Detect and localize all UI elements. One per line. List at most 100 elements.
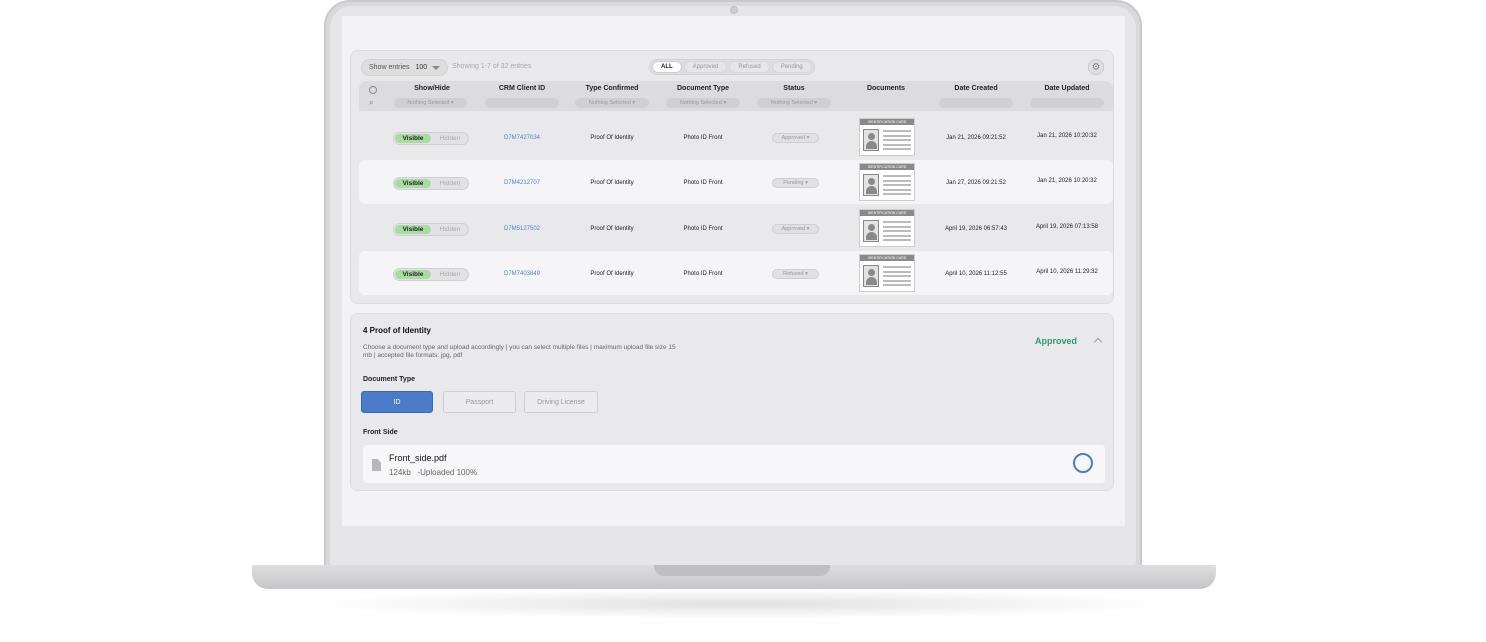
visibility-toggle[interactable]: Visible Hidden (393, 132, 469, 145)
visibility-toggle[interactable]: Visible Hidden (393, 177, 469, 190)
status-select[interactable]: Refused ▾ (772, 269, 819, 279)
filter-approved[interactable]: Approved (683, 61, 728, 73)
doc-type-passport-button[interactable]: Passport (443, 391, 516, 413)
visible-option[interactable]: Visible (395, 179, 431, 188)
documents-table-card: Show entries 100 Showing 1-7 of 32 entri… (350, 50, 1114, 304)
visible-option[interactable]: Visible (395, 225, 431, 234)
col-show-hide: Show/Hide (414, 85, 450, 92)
gear-icon[interactable]: ⚙ (1088, 59, 1104, 75)
status-select[interactable]: Approved ▾ (772, 224, 819, 234)
date-updated-cell: April 19, 2026 07:13:58 (1035, 224, 1099, 230)
status-value: Approved (781, 226, 806, 232)
show-entries-label: Show entries (369, 64, 410, 71)
date-created-cell: Jan 27, 2026 09:21:52 (946, 180, 1006, 186)
status-value: Refused (783, 271, 804, 277)
date-updated-cell: Jan 21, 2026 10:20:32 (1037, 178, 1097, 184)
filter-all[interactable]: ALL (652, 61, 682, 73)
camera-icon (730, 6, 738, 14)
section-title: 4 Proof of Identity (363, 326, 431, 335)
showing-entries-text: Showing 1-7 of 32 entries (452, 63, 532, 70)
filter-date-created[interactable] (939, 98, 1013, 108)
type-confirmed-cell: Proof Of Identity (590, 271, 634, 277)
search-icon[interactable]: ⌕ (369, 98, 373, 108)
laptop-notch (654, 565, 830, 576)
date-created-cell: April 10, 2026 11:12:55 (945, 271, 1007, 277)
status-value: Pending (783, 180, 804, 186)
filter-pending[interactable]: Pending (771, 61, 812, 73)
chevron-up-icon[interactable] (1093, 337, 1103, 347)
id-card-title: IDENTIFICATION CARD (860, 210, 914, 216)
type-confirmed-cell: Proof Of Identity (590, 226, 634, 232)
file-name[interactable]: Front_side.pdf (389, 453, 447, 463)
table-toolbar: Show entries 100 Showing 1-7 of 32 entri… (351, 51, 1113, 81)
doc-type-cell: Photo ID Front (683, 226, 723, 232)
status-select[interactable]: Pending ▾ (772, 178, 819, 188)
filter-date-updated[interactable] (1030, 98, 1104, 108)
id-card-title: IDENTIFICATION CARD (860, 119, 914, 125)
id-card-thumbnail[interactable]: IDENTIFICATION CARD (859, 163, 915, 201)
doc-type-cell: Photo ID Front (683, 180, 723, 186)
col-type-confirmed: Type Confirmed (585, 85, 639, 92)
show-entries-select[interactable]: Show entries 100 (361, 59, 448, 76)
visible-option[interactable]: Visible (395, 270, 431, 279)
doc-type-driving-license-button[interactable]: Driving License (524, 391, 598, 413)
filter-refused[interactable]: Refused (729, 61, 770, 73)
date-created-cell: April 19, 2026 06:57:43 (944, 226, 1008, 232)
front-side-label: Front Side (363, 429, 398, 436)
select-all-radio[interactable] (369, 86, 377, 94)
filter-placeholder: Nothing Selected (407, 100, 450, 106)
id-card-title: IDENTIFICATION CARD (860, 164, 914, 170)
filter-placeholder: Nothing Selected (770, 100, 813, 106)
doc-type-cell: Photo ID Front (683, 271, 723, 277)
id-card-thumbnail[interactable]: IDENTIFICATION CARD (859, 118, 915, 156)
filter-document-type[interactable]: Nothing Selected ▾ (666, 98, 740, 108)
laptop-shadow (300, 589, 1180, 619)
hidden-option[interactable]: Hidden (432, 225, 468, 234)
filter-crm-client-id[interactable] (485, 98, 559, 108)
visibility-toggle[interactable]: Visible Hidden (393, 268, 469, 281)
col-document-type: Document Type (677, 85, 729, 92)
col-date-created: Date Created (954, 85, 998, 92)
file-meta: 124kb -Uploaded 100% (389, 468, 477, 477)
file-upload-status: -Uploaded 100% (417, 468, 478, 477)
hidden-option[interactable]: Hidden (432, 179, 468, 188)
client-id-link[interactable]: D7M5127502 (485, 226, 559, 232)
col-date-updated: Date Updated (1044, 85, 1090, 92)
filter-type-confirmed[interactable]: Nothing Selected ▾ (575, 98, 649, 108)
visible-option[interactable]: Visible (395, 134, 431, 143)
client-id-link[interactable]: D7M7403849 (485, 271, 559, 277)
status-select[interactable]: Approved ▾ (772, 133, 819, 143)
hidden-option[interactable]: Hidden (432, 134, 468, 143)
type-confirmed-cell: Proof Of Identity (590, 180, 634, 186)
hidden-option[interactable]: Hidden (432, 270, 468, 279)
file-icon (372, 459, 381, 471)
table-row: Visible Hidden D7M4212707 Proof Of Ident… (359, 160, 1113, 204)
doc-type-id-button[interactable]: ID (361, 391, 433, 413)
table-row: Visible Hidden D7M5127502 Proof Of Ident… (359, 206, 1113, 250)
status-value: Approved (781, 135, 806, 141)
id-card-thumbnail[interactable]: IDENTIFICATION CARD (859, 209, 915, 247)
filter-show-hide[interactable]: Nothing Selected ▾ (394, 98, 467, 108)
doc-type-cell: Photo ID Front (683, 135, 723, 141)
col-crm-client-id: CRM Client ID (498, 85, 546, 92)
table-row: Visible Hidden D7M7427034 Proof Of Ident… (359, 115, 1113, 159)
show-entries-value: 100 (415, 64, 428, 71)
uploaded-file-row: Front_side.pdf 124kb -Uploaded 100% (363, 445, 1105, 483)
upload-complete-circle-icon[interactable] (1073, 453, 1093, 473)
visibility-toggle[interactable]: Visible Hidden (393, 223, 469, 236)
screen: Show entries 100 Showing 1-7 of 32 entri… (342, 16, 1125, 526)
table-header: ⌕ Show/Hide Nothing Selected ▾ CRM Clien… (359, 81, 1113, 111)
filter-placeholder: Nothing Selected (679, 100, 722, 106)
filter-placeholder: Nothing Selected (588, 100, 631, 106)
id-card-thumbnail[interactable]: IDENTIFICATION CARD (859, 254, 915, 292)
col-status: Status (783, 85, 805, 92)
date-updated-cell: Jan 21, 2026 10:20:32 (1037, 133, 1097, 139)
id-card-title: IDENTIFICATION CARD (860, 255, 914, 261)
status-filter-tabs: ALL Approved Refused Pending (649, 59, 815, 75)
filter-status[interactable]: Nothing Selected ▾ (757, 98, 831, 108)
document-type-label: Document Type (363, 376, 415, 383)
client-id-link[interactable]: D7M7427034 (485, 135, 559, 141)
client-id-link[interactable]: D7M4212707 (485, 180, 559, 186)
date-updated-cell: April 10, 2026 11:29:32 (1036, 269, 1098, 275)
upload-instructions: Choose a document type and upload accord… (363, 344, 676, 359)
